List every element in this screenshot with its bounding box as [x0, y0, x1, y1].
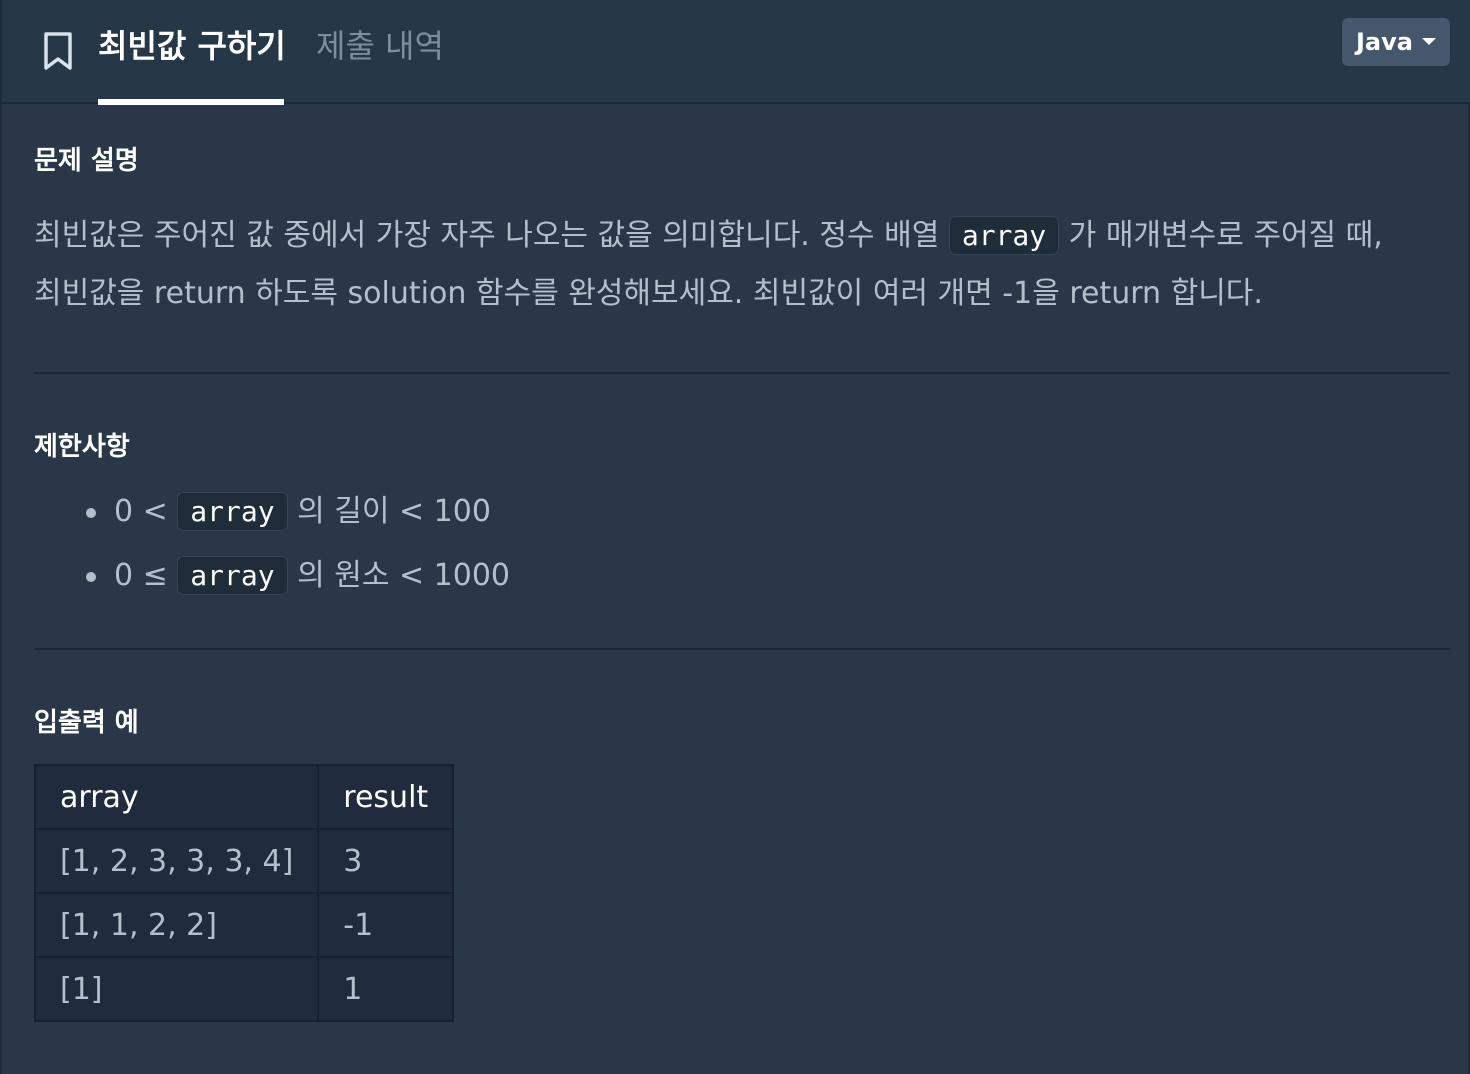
description-text: 가 매개변수로 주어질 때,: [1059, 218, 1383, 253]
inline-code: array: [177, 556, 288, 595]
table-cell: [1, 1, 2, 2]: [33, 892, 320, 958]
constraints-title: 제한사항: [34, 432, 130, 462]
tab-problem[interactable]: 최빈값 구하기: [98, 24, 286, 68]
description-text: 최빈값은 주어진 값 중에서 가장 자주 나오는 값을 의미합니다. 정수 배열: [34, 218, 949, 253]
bullet-icon: [86, 507, 96, 518]
table-row: [1] 1: [33, 956, 455, 1022]
tab-submissions[interactable]: 제출 내역: [316, 24, 444, 68]
constraint-item: 0 ≤ array 의 원소 < 1000: [86, 554, 510, 598]
table-cell: 3: [317, 828, 455, 894]
table-header-cell: result: [317, 764, 455, 830]
problem-panel: 최빈값 구하기 제출 내역 Java 문제 설명 최빈값은 주어진 값 중에서 …: [0, 0, 1470, 1074]
examples-table: array result [1, 2, 3, 3, 3, 4] 3 [1, 1,…: [33, 764, 455, 1022]
section-divider: [34, 648, 1450, 650]
inline-code: array: [177, 492, 288, 531]
language-label: Java: [1356, 28, 1413, 56]
table-header-cell: array: [33, 764, 320, 830]
bullet-icon: [86, 571, 96, 582]
bookmark-icon[interactable]: [40, 30, 76, 72]
table-cell: 1: [317, 956, 455, 1022]
constraint-item: 0 < array 의 길이 < 100: [86, 490, 491, 534]
table-cell: [1, 2, 3, 3, 3, 4]: [33, 828, 320, 894]
examples-title: 입출력 예: [34, 708, 139, 738]
constraint-text: 의 원소 < 1000: [287, 558, 511, 593]
description-line-1: 최빈값은 주어진 값 중에서 가장 자주 나오는 값을 의미합니다. 정수 배열…: [34, 214, 1383, 258]
constraint-text: 의 길이 < 100: [287, 494, 491, 529]
language-select-button[interactable]: Java: [1342, 18, 1450, 66]
table-cell: [1]: [33, 956, 320, 1022]
table-header-row: array result: [33, 764, 455, 830]
constraint-text: 0 ≤: [114, 558, 178, 593]
caret-down-icon: [1422, 38, 1436, 45]
header-bar: 최빈값 구하기 제출 내역 Java: [2, 0, 1470, 105]
inline-code: array: [948, 216, 1060, 255]
constraint-text: 0 <: [114, 494, 178, 529]
section-divider: [34, 372, 1450, 374]
table-cell: -1: [317, 892, 455, 958]
table-row: [1, 2, 3, 3, 3, 4] 3: [33, 828, 455, 894]
description-line-2: 최빈값을 return 하도록 solution 함수를 완성해보세요. 최빈값…: [34, 276, 1263, 311]
description-title: 문제 설명: [34, 146, 139, 176]
active-tab-indicator: [98, 99, 284, 105]
table-row: [1, 1, 2, 2] -1: [33, 892, 455, 958]
